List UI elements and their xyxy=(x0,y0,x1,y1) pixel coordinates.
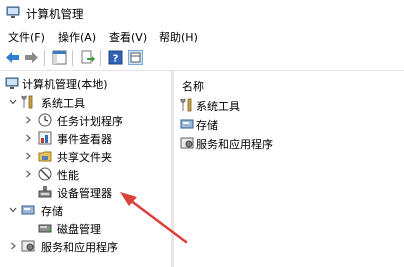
toolbar-separator xyxy=(72,50,73,66)
list-item[interactable]: 存储 xyxy=(180,116,380,132)
computer-management-icon xyxy=(6,6,20,18)
tools-icon xyxy=(180,98,192,112)
toolbar-separator xyxy=(44,50,45,66)
services-icon xyxy=(21,240,35,252)
forward-arrow-icon[interactable] xyxy=(24,50,39,65)
tree-label: 系统工具 xyxy=(41,97,85,110)
chevron-right-icon[interactable] xyxy=(24,170,32,178)
show-hide-tree-icon[interactable] xyxy=(52,50,67,65)
chevron-right-icon[interactable] xyxy=(24,152,32,160)
window-title: 计算机管理 xyxy=(26,7,84,21)
tree-item-device-manager[interactable]: 设备管理器 xyxy=(0,184,170,200)
tree-label: 任务计划程序 xyxy=(57,115,123,128)
tree-item-computer-management[interactable]: 计算机管理(本地) xyxy=(0,75,170,91)
menu-action[interactable]: 操作(A) xyxy=(58,29,96,45)
services-icon xyxy=(180,137,194,149)
list-item[interactable]: 服务和应用程序 xyxy=(180,135,380,151)
pane-splitter[interactable] xyxy=(171,71,174,267)
chevron-right-icon[interactable] xyxy=(24,134,32,142)
chevron-right-icon[interactable] xyxy=(24,116,32,124)
tools-icon xyxy=(21,95,33,109)
tree-item-task-scheduler[interactable]: 任务计划程序 xyxy=(0,112,170,128)
event-viewer-icon xyxy=(38,131,52,145)
column-header-name[interactable]: 名称 xyxy=(182,78,204,94)
list-item-label: 服务和应用程序 xyxy=(196,138,273,151)
tree-label: 设备管理器 xyxy=(57,187,112,200)
menu-bar: 文件(F) 操作(A) 查看(V) 帮助(H) xyxy=(0,27,404,45)
tree-label: 共享文件夹 xyxy=(57,151,112,164)
menu-view[interactable]: 查看(V) xyxy=(109,29,147,45)
tree-item-shared-folders[interactable]: 共享文件夹 xyxy=(0,148,170,164)
performance-icon xyxy=(38,167,52,181)
back-arrow-icon[interactable] xyxy=(5,50,20,65)
title-bar: 计算机管理 xyxy=(0,0,404,26)
computer-management-icon xyxy=(5,77,19,89)
tree-item-services-apps[interactable]: 服务和应用程序 xyxy=(0,238,170,254)
svg-text:?: ? xyxy=(113,54,119,65)
tree-item-performance[interactable]: 性能 xyxy=(0,166,170,182)
tree-item-event-viewer[interactable]: 事件查看器 xyxy=(0,130,170,146)
tree-item-system-tools[interactable]: 系统工具 xyxy=(0,94,170,110)
disk-icon xyxy=(38,224,52,233)
list-item-label: 系统工具 xyxy=(196,100,240,113)
chevron-down-icon[interactable] xyxy=(9,206,17,214)
storage-icon xyxy=(21,205,35,215)
chevron-right-icon[interactable] xyxy=(9,242,17,250)
menu-file[interactable]: 文件(F) xyxy=(8,29,45,45)
tree-label: 磁盘管理 xyxy=(57,223,101,236)
tree-label: 存储 xyxy=(41,205,63,218)
toolbar-separator xyxy=(100,50,101,66)
tree-label: 事件查看器 xyxy=(57,133,112,146)
toolbar: ? xyxy=(0,46,404,71)
chevron-down-icon[interactable] xyxy=(9,98,17,106)
storage-icon xyxy=(180,119,194,129)
help-icon[interactable]: ? xyxy=(108,50,123,65)
tree-item-disk-management[interactable]: 磁盘管理 xyxy=(0,220,170,236)
export-list-icon[interactable] xyxy=(80,50,95,65)
shared-folder-icon xyxy=(38,151,52,162)
clock-icon xyxy=(38,113,52,127)
tree-label: 计算机管理(本地) xyxy=(22,78,108,91)
console-view-icon[interactable] xyxy=(128,50,143,65)
device-manager-icon xyxy=(38,186,52,198)
list-item-label: 存储 xyxy=(196,119,218,132)
list-item[interactable]: 系统工具 xyxy=(180,97,380,113)
tree-label: 服务和应用程序 xyxy=(41,241,118,254)
tree-item-storage[interactable]: 存储 xyxy=(0,202,170,218)
menu-help[interactable]: 帮助(H) xyxy=(159,29,198,45)
tree-label: 性能 xyxy=(57,169,79,182)
